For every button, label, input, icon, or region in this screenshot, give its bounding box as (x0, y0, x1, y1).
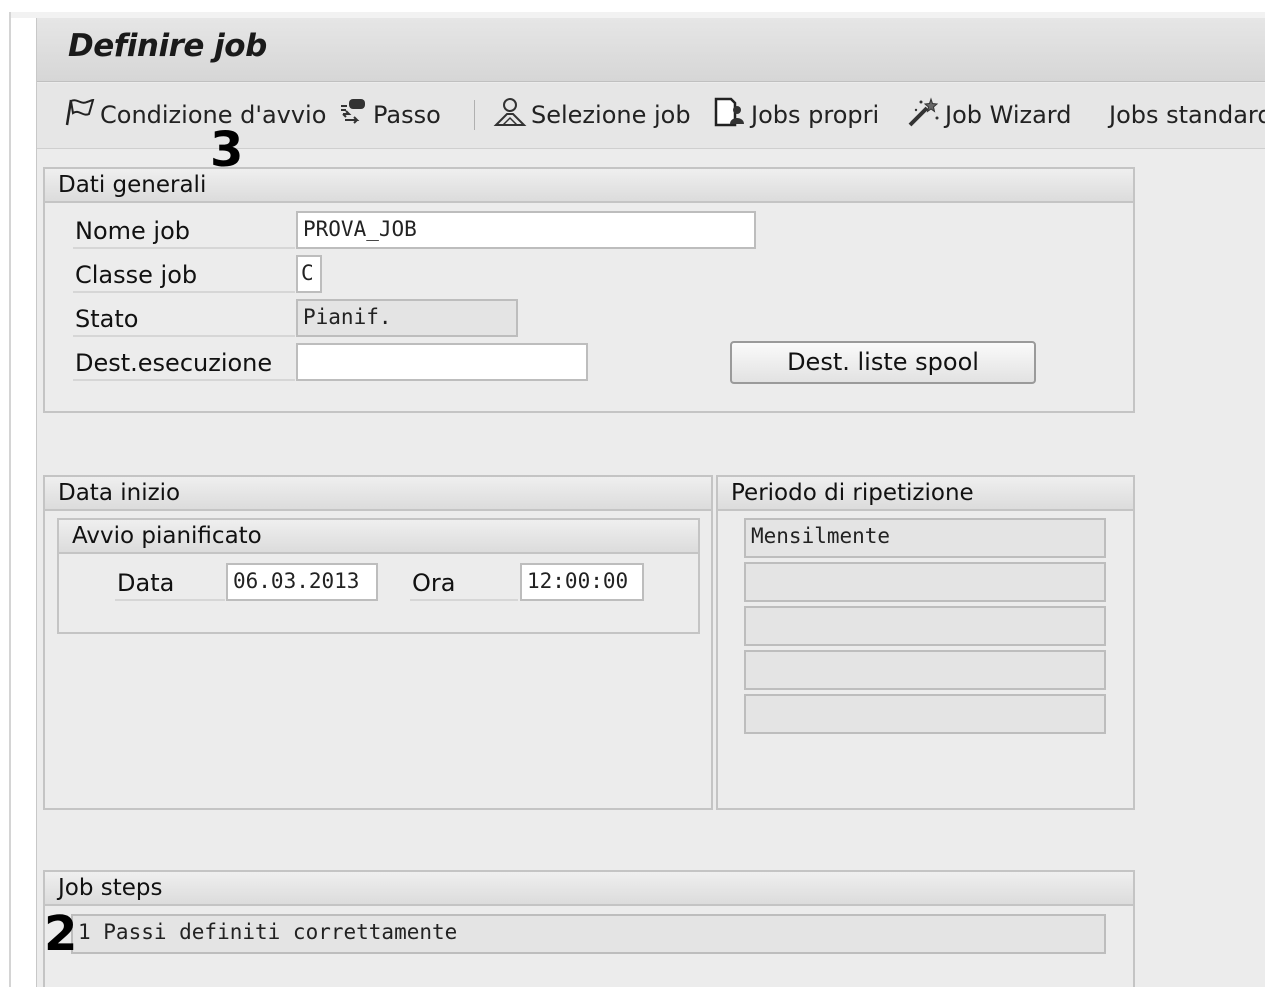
toolbar-separator (474, 100, 475, 130)
period-value-field: Mensilmente (744, 518, 1106, 558)
job-class-input[interactable]: C (296, 255, 322, 293)
period-value-field (744, 562, 1106, 602)
job-steps-status-field: 1 Passi definiti correttamente (71, 914, 1106, 954)
date-label: Data (115, 565, 225, 601)
person-icon (493, 96, 527, 134)
exec-target-label: Dest.esecuzione (73, 345, 295, 381)
group-header: Periodo di ripetizione (718, 477, 1133, 511)
step-icon (337, 96, 369, 134)
start-condition-button[interactable]: Condizione d'avvio (62, 94, 326, 136)
period-value-field (744, 694, 1106, 734)
time-label: Ora (410, 565, 518, 601)
toolbar-label: Jobs propri (751, 101, 880, 129)
period-value-field (744, 650, 1106, 690)
job-class-label: Classe job (73, 257, 295, 293)
annotation-marker-2: 2 (44, 906, 78, 962)
date-input[interactable]: 06.03.2013 (226, 563, 378, 601)
time-input[interactable]: 12:00:00 (520, 563, 644, 601)
document-icon (713, 96, 747, 134)
job-selection-button[interactable]: Selezione job (493, 94, 691, 136)
step-button[interactable]: Passo (337, 94, 441, 136)
spool-list-recipient-button[interactable]: Dest. liste spool (730, 341, 1036, 384)
left-border (9, 12, 11, 987)
page-title: Definire job (68, 28, 267, 64)
wand-icon (907, 96, 941, 134)
period-value-field (744, 606, 1106, 646)
status-label: Stato (73, 301, 295, 337)
standard-jobs-button[interactable]: Jobs standard (1109, 94, 1265, 136)
group-header: Job steps (45, 872, 1133, 906)
status-field: Pianif. (296, 299, 518, 337)
group-header: Avvio pianificato (59, 520, 698, 554)
toolbar-label: Job Wizard (945, 101, 1072, 129)
own-jobs-button[interactable]: Jobs propri (713, 94, 879, 136)
flag-icon (62, 97, 96, 133)
job-name-label: Nome job (73, 213, 295, 249)
toolbar-label: Passo (373, 101, 441, 129)
job-name-input[interactable]: PROVA_JOB (296, 211, 756, 249)
exec-target-input[interactable] (296, 343, 588, 381)
toolbar-label: Selezione job (531, 101, 691, 129)
group-header: Data inizio (45, 477, 711, 511)
toolbar-label: Jobs standard (1109, 101, 1265, 129)
job-wizard-button[interactable]: Job Wizard (907, 94, 1071, 136)
group-header: Dati generali (45, 169, 1133, 203)
